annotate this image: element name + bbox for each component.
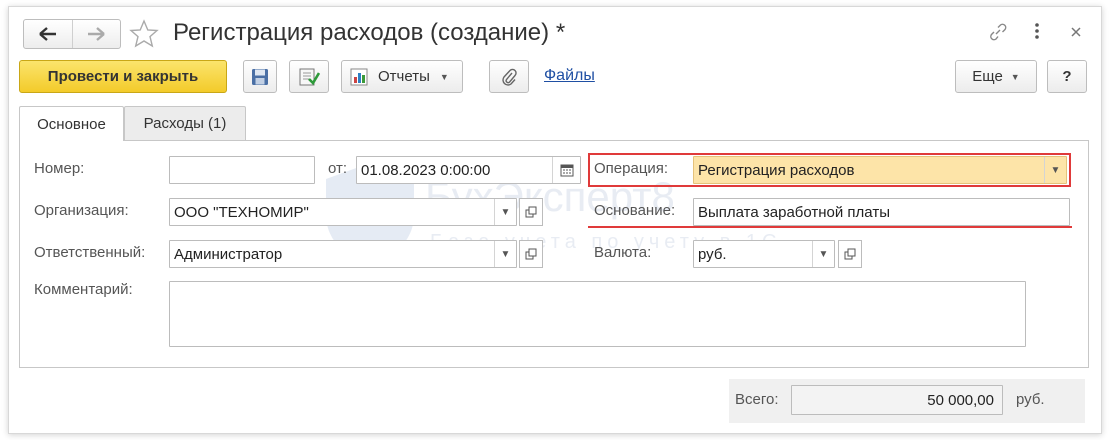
total-value: 50 000,00: [927, 391, 994, 409]
post-document-icon: [299, 68, 320, 85]
save-button[interactable]: [243, 60, 277, 93]
close-icon: [1071, 27, 1081, 37]
organization-label: Организация:: [34, 202, 129, 219]
date-label: от:: [328, 160, 348, 177]
total-label: Всего:: [735, 391, 779, 408]
date-field[interactable]: 01.08.2023 0:00:00: [356, 156, 581, 184]
open-responsible-button[interactable]: [519, 240, 543, 268]
basis-label: Основание:: [594, 202, 676, 219]
basis-value: Выплата заработной платы: [698, 203, 890, 221]
chevron-down-icon[interactable]: ▼: [1044, 157, 1066, 183]
currency-select[interactable]: руб. ▼: [693, 240, 835, 268]
chevron-down-icon[interactable]: ▼: [812, 241, 834, 267]
more-actions-button[interactable]: Еще ▼: [955, 60, 1037, 93]
open-in-window-icon: [844, 248, 856, 260]
number-label: Номер:: [34, 160, 85, 177]
vertical-ellipsis-icon: [1035, 23, 1039, 39]
chevron-down-icon: ▼: [439, 71, 449, 82]
total-field: 50 000,00: [791, 385, 1003, 415]
chevron-down-icon[interactable]: ▼: [494, 241, 516, 267]
more-actions-label: Еще: [972, 68, 1003, 85]
basis-field[interactable]: Выплата заработной платы: [693, 198, 1070, 226]
close-button[interactable]: [1069, 23, 1083, 44]
favorite-star-button[interactable]: [129, 19, 159, 53]
open-currency-button[interactable]: [838, 240, 862, 268]
total-unit: руб.: [1016, 391, 1045, 408]
floppy-disk-icon: [252, 68, 268, 85]
post-and-close-button[interactable]: Провести и закрыть: [19, 60, 227, 93]
forward-button[interactable]: [71, 20, 121, 48]
main-form-panel: БухЭксперт8 База учета по учету в 1С Ном…: [19, 140, 1089, 368]
link-button[interactable]: [987, 21, 1009, 48]
more-menu-button[interactable]: [1033, 21, 1041, 46]
open-in-window-icon: [525, 248, 537, 260]
reports-dropdown-button[interactable]: Отчеты ▼: [341, 60, 463, 93]
operation-select[interactable]: Регистрация расходов ▼: [693, 156, 1067, 184]
responsible-select[interactable]: Администратор ▼: [169, 240, 517, 268]
comment-label: Комментарий:: [34, 281, 133, 298]
files-link[interactable]: Файлы: [544, 67, 595, 85]
chevron-down-icon[interactable]: ▼: [494, 199, 516, 225]
attach-file-button[interactable]: [489, 60, 529, 93]
organization-select[interactable]: ООО "ТЕХНОМИР" ▼: [169, 198, 517, 226]
currency-value: руб.: [698, 245, 727, 263]
date-value: 01.08.2023 0:00:00: [361, 161, 491, 179]
open-in-window-icon: [525, 206, 537, 218]
document-window: Регистрация расходов (создание) * Провес…: [8, 6, 1102, 434]
comment-textarea[interactable]: [169, 281, 1026, 347]
open-organization-button[interactable]: [519, 198, 543, 226]
organization-value: ООО "ТЕХНОМИР": [174, 203, 309, 221]
link-icon: [990, 23, 1007, 41]
basis-underline-annotation: [588, 226, 1072, 228]
report-chart-icon: [350, 68, 368, 85]
star-icon: [129, 19, 159, 48]
tab-main[interactable]: Основное: [19, 106, 124, 141]
arrow-right-icon: [88, 27, 106, 41]
calendar-button[interactable]: [552, 157, 580, 183]
number-field[interactable]: [169, 156, 315, 184]
back-button[interactable]: [24, 20, 72, 48]
reports-label: Отчеты: [378, 68, 430, 85]
currency-label: Валюта:: [594, 244, 652, 261]
paperclip-icon: [502, 68, 517, 86]
responsible-label: Ответственный:: [34, 244, 146, 261]
operation-value: Регистрация расходов: [698, 161, 855, 179]
arrow-left-icon: [38, 27, 56, 41]
calendar-icon: [560, 164, 573, 177]
operation-label: Операция:: [594, 160, 669, 177]
page-title: Регистрация расходов (создание) *: [173, 19, 566, 46]
responsible-value: Администратор: [174, 245, 283, 263]
navigation-group: [23, 19, 121, 49]
tab-expenses[interactable]: Расходы (1): [124, 106, 246, 140]
post-button[interactable]: [289, 60, 329, 93]
help-button[interactable]: ?: [1047, 60, 1087, 93]
chevron-down-icon: ▼: [1010, 71, 1020, 82]
